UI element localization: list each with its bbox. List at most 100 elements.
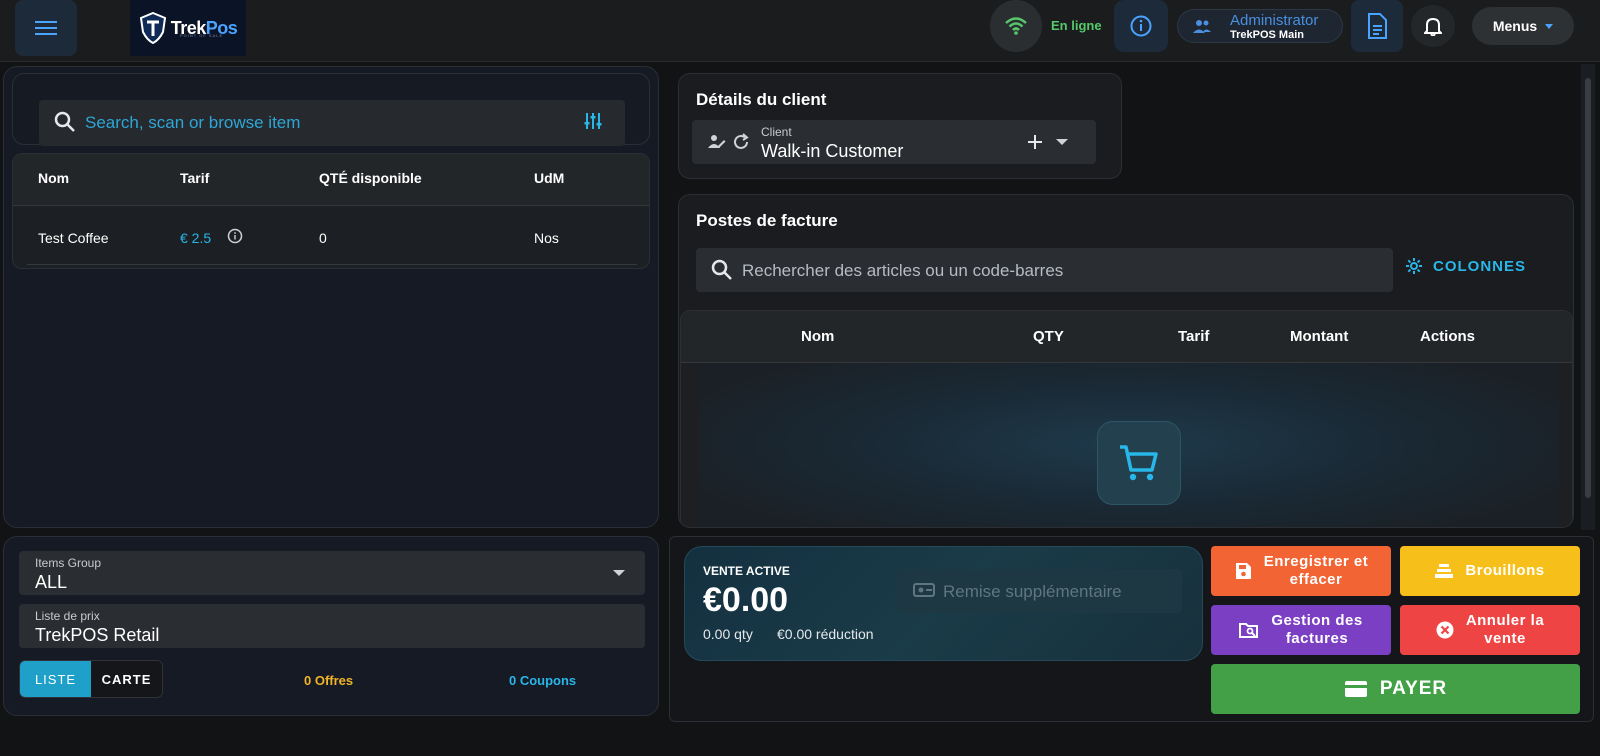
column-header[interactable]: Nom	[38, 170, 69, 186]
scrollbar-thumb[interactable]	[1585, 78, 1591, 498]
item-uom: Nos	[534, 230, 559, 246]
drafts-icon	[1435, 564, 1454, 578]
person-edit-icon[interactable]	[708, 134, 726, 150]
items-table: Nom Tarif QTÉ disponible UdM Test Coffee…	[12, 153, 650, 269]
cart-icon	[1120, 445, 1158, 481]
view-toggle: LISTE CARTE	[19, 660, 163, 698]
folder-search-icon	[1239, 623, 1259, 638]
item-search-card: Search, scan or browse item	[12, 73, 650, 146]
checkout-panel: VENTE ACTIVE €0.00 0.00 qty €0.00 réduct…	[669, 536, 1594, 722]
column-header[interactable]: QTY	[1033, 328, 1064, 345]
columns-button-label: COLONNES	[1433, 257, 1527, 275]
drafts-button-label: Brouillons	[1465, 562, 1545, 579]
items-group-select[interactable]: Items Group ALL	[19, 551, 645, 595]
invoice-table-header: Nom QTY Tarif Montant Actions	[681, 311, 1572, 363]
view-list-button[interactable]: LISTE	[20, 661, 91, 697]
cancel-sale-button[interactable]: Annuler la vente	[1400, 605, 1580, 655]
coupons-link[interactable]: 0 Coupons	[509, 673, 576, 688]
refresh-icon[interactable]	[732, 133, 750, 151]
sale-qty: 0.00 qty	[703, 626, 753, 642]
cancel-button-line1: Annuler la	[1465, 612, 1545, 629]
column-header[interactable]: QTÉ disponible	[319, 170, 422, 186]
user-role: Administrator	[1230, 12, 1319, 29]
tune-icon[interactable]	[583, 111, 603, 131]
column-header[interactable]: Montant	[1290, 328, 1348, 345]
sale-discount: €0.00 réduction	[777, 626, 874, 642]
documents-button[interactable]	[1351, 0, 1403, 52]
client-value: Walk-in Customer	[761, 141, 904, 161]
column-header[interactable]: Nom	[801, 328, 834, 345]
main-scrollbar[interactable]	[1581, 64, 1595, 530]
client-select[interactable]: Client Walk-in Customer	[692, 120, 1096, 164]
online-status: En ligne	[1051, 18, 1102, 33]
menus-label: Menus	[1492, 18, 1538, 34]
discount-icon	[913, 583, 935, 597]
invoice-items-title: Postes de facture	[696, 211, 838, 230]
shield-logo-icon	[139, 12, 166, 44]
drafts-button[interactable]: Brouillons	[1400, 546, 1580, 596]
item-search-placeholder: Search, scan or browse item	[85, 113, 301, 132]
invoices-button-line2: factures	[1285, 630, 1349, 647]
info-button[interactable]	[1114, 0, 1168, 52]
user-profile-button[interactable]: Administrator TrekPOS Main	[1177, 9, 1343, 43]
card-icon	[1344, 681, 1367, 697]
filters-panel: Items Group ALL Liste de prix TrekPOS Re…	[3, 536, 659, 716]
item-qty: 0	[319, 230, 327, 246]
client-details-card: Détails du client Client Walk-in Custome…	[678, 73, 1122, 179]
bell-icon	[1424, 17, 1442, 36]
notifications-button[interactable]	[1411, 5, 1455, 47]
active-sale-tag: VENTE ACTIVE	[703, 564, 790, 578]
invoice-search-placeholder: Rechercher des articles ou un code-barre…	[742, 261, 1064, 280]
items-table-header: Nom Tarif QTÉ disponible UdM	[13, 154, 649, 206]
offers-link[interactable]: 0 Offres	[304, 673, 353, 688]
client-label: Client	[761, 125, 792, 139]
menu-icon	[35, 21, 57, 35]
items-group-label: Items Group	[35, 556, 102, 570]
items-group-value: ALL	[35, 572, 68, 592]
invoice-items-card: Postes de facture Rechercher des article…	[678, 194, 1574, 528]
item-rate: € 2.5	[180, 230, 212, 246]
columns-button[interactable]: COLONNES	[1405, 257, 1526, 275]
column-header[interactable]: Tarif	[180, 170, 209, 186]
invoice-management-button[interactable]: Gestion des factures	[1211, 605, 1391, 655]
price-list-field[interactable]: Liste de prix TrekPOS Retail	[19, 604, 645, 648]
item-search-input[interactable]: Search, scan or browse item	[39, 100, 625, 146]
view-card-button[interactable]: CARTE	[91, 661, 162, 697]
chevron-down-icon[interactable]	[1056, 139, 1068, 145]
gear-icon	[1406, 258, 1422, 274]
info-icon	[1130, 15, 1152, 37]
plus-icon[interactable]	[1027, 134, 1043, 150]
pay-button[interactable]: PAYER	[1211, 664, 1580, 714]
menus-dropdown[interactable]: Menus	[1472, 7, 1574, 45]
column-header[interactable]: Tarif	[1178, 328, 1209, 345]
save-button-line2: effacer	[1289, 571, 1343, 588]
pay-button-label: PAYER	[1379, 678, 1448, 699]
invoice-search-input[interactable]: Rechercher des articles ou un code-barre…	[696, 248, 1393, 292]
invoices-button-line1: Gestion des	[1271, 612, 1363, 629]
search-icon	[54, 111, 75, 132]
cancel-icon	[1436, 621, 1454, 639]
save-button-line1: Enregistrer et	[1263, 553, 1369, 570]
price-list-value: TrekPOS Retail	[35, 625, 160, 645]
wifi-icon	[1005, 17, 1027, 35]
client-details-title: Détails du client	[696, 90, 827, 109]
cancel-button-line2: vente	[1484, 630, 1526, 647]
brand-tagline: POINT OF SALE	[180, 33, 224, 38]
chevron-down-icon	[1545, 23, 1554, 29]
extra-discount-placeholder: Remise supplémentaire	[943, 582, 1122, 601]
people-icon	[1193, 20, 1211, 33]
save-and-clear-button[interactable]: Enregistrer et effacer	[1211, 546, 1391, 596]
sale-total: €0.00	[703, 581, 789, 619]
document-icon	[1368, 13, 1387, 39]
column-header[interactable]: Actions	[1420, 328, 1475, 345]
extra-discount-input[interactable]: Remise supplémentaire	[897, 569, 1182, 613]
row-divider	[27, 264, 637, 265]
column-header[interactable]: UdM	[534, 170, 564, 186]
trekpos-logo[interactable]: TrekPos POINT OF SALE	[130, 0, 246, 56]
store-name: TrekPOS Main	[1230, 29, 1304, 41]
item-name: Test Coffee	[38, 230, 109, 246]
connection-status-button[interactable]	[990, 0, 1042, 52]
info-circle-icon[interactable]	[227, 228, 243, 244]
menu-button[interactable]	[15, 0, 77, 56]
empty-cart-badge	[1097, 421, 1181, 505]
